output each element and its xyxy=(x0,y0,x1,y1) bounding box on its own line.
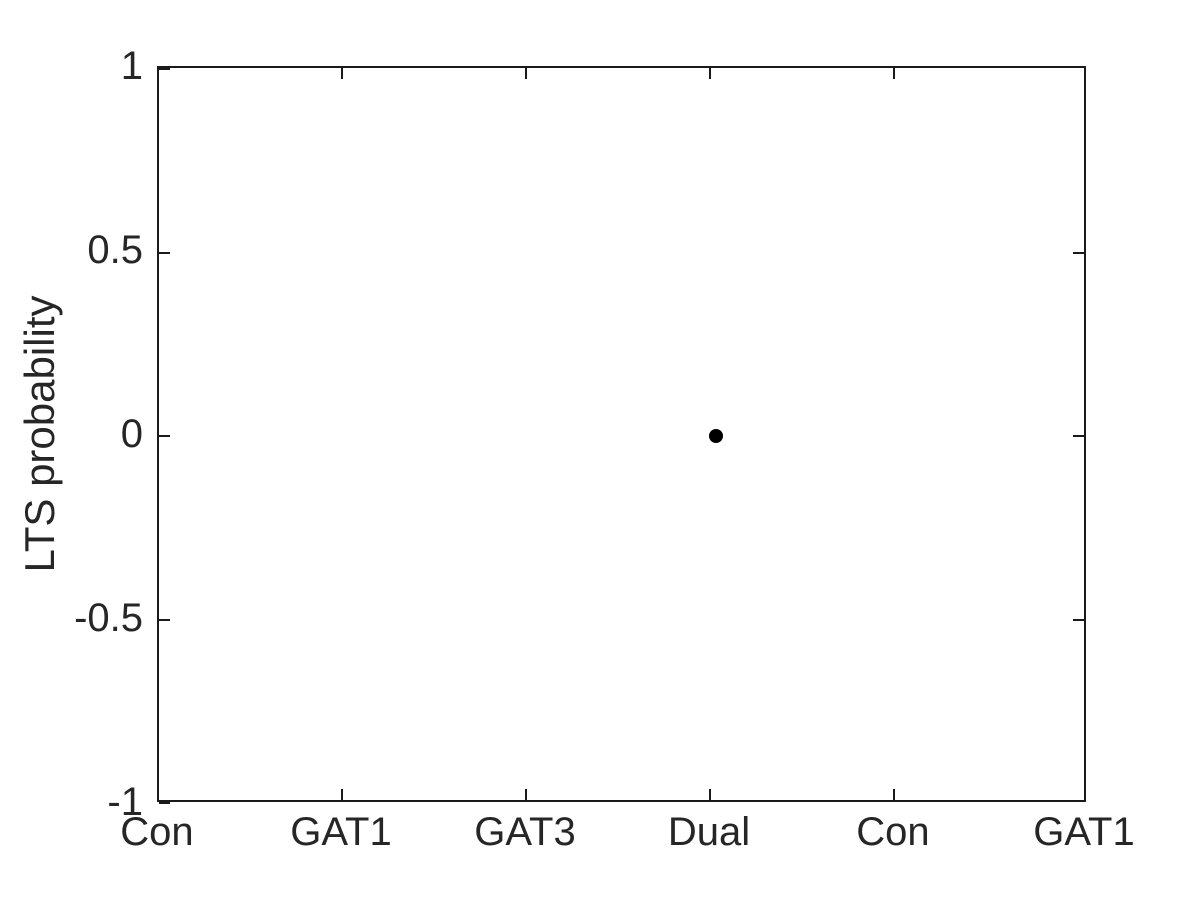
figure-canvas: LTS probability 1 0.5 0 -0.5 -1 Con GAT1… xyxy=(0,0,1200,900)
data-point-marker xyxy=(709,429,724,443)
x-tick-label-5: Con xyxy=(856,810,930,854)
x-tick-label-4: Dual xyxy=(667,810,751,854)
x-tick-label-6: GAT1 xyxy=(1033,810,1135,854)
x-tick-label-3: GAT3 xyxy=(474,810,576,854)
y-axis-tick-mark xyxy=(159,802,170,804)
x-tick-label-1: Con xyxy=(120,810,194,854)
data-series-layer xyxy=(159,68,1084,800)
y-tick-label-0: 0 xyxy=(120,412,143,456)
y-tick-label-1: 1 xyxy=(120,44,143,88)
y-tick-label-neg0.5: -0.5 xyxy=(74,596,143,640)
y-tick-label-0.5: 0.5 xyxy=(87,228,143,272)
plot-area xyxy=(157,66,1086,804)
x-tick-label-2: GAT1 xyxy=(290,810,392,854)
